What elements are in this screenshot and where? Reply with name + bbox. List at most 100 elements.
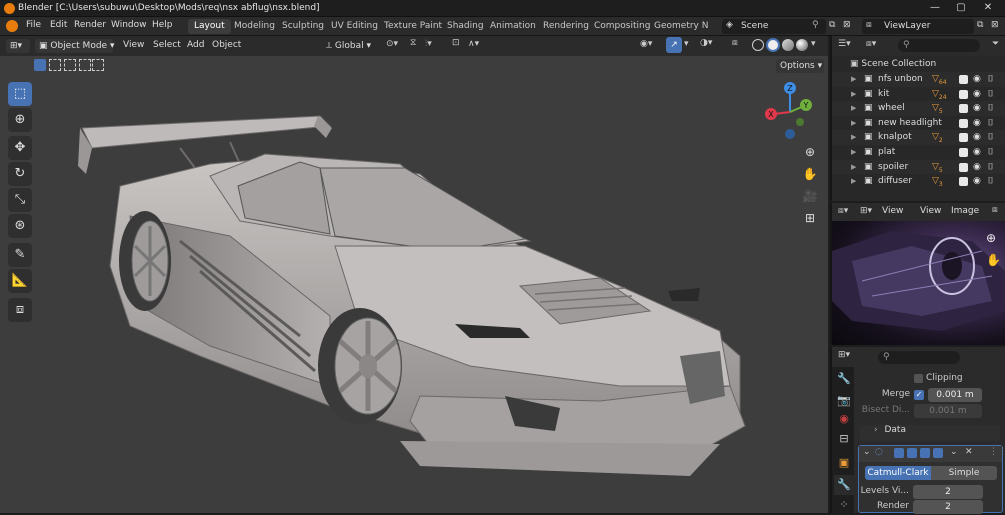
expand-arrow-icon[interactable]: ▶ — [851, 116, 856, 131]
tab-layout[interactable]: Layout — [188, 19, 231, 34]
shading-rendered-icon[interactable] — [796, 39, 808, 51]
move-tool-icon[interactable]: ✥ — [8, 136, 32, 160]
tab-shading[interactable]: Shading — [441, 19, 490, 34]
add-cube-tool-icon[interactable]: ⧈ — [8, 298, 32, 322]
merge-checkbox[interactable]: ✓ — [914, 390, 924, 400]
outliner-row[interactable]: ▶ ▣ plat ◉ ⌷ — [832, 145, 1005, 160]
catmull-clark-button[interactable]: Catmull-Clark — [865, 466, 931, 480]
editor-type-dropdown[interactable]: ⊞▾ — [6, 39, 30, 53]
select-box-tool-icon[interactable]: ⬚ — [8, 82, 32, 106]
menu-file[interactable]: File — [26, 20, 41, 30]
bisect-distance-field[interactable]: 0.001 m — [914, 404, 982, 418]
snap-target-icon[interactable]: ⫶▾ — [425, 39, 432, 49]
image-pan-icon[interactable]: ✋ — [986, 253, 1001, 267]
on-cage-toggle-icon[interactable] — [907, 448, 917, 461]
viewport-menu-view[interactable]: View — [123, 40, 144, 50]
viewport-menu-object[interactable]: Object — [212, 40, 241, 50]
transform-tool-icon[interactable]: ⊛ — [8, 214, 32, 238]
remove-view-layer-icon[interactable]: ⊠ — [991, 20, 999, 30]
scale-tool-icon[interactable]: ⤡ — [8, 188, 32, 212]
zoom-icon[interactable]: ⊕ — [800, 142, 820, 162]
camera-view-icon[interactable]: 🎥 — [800, 186, 820, 206]
eye-icon[interactable]: ◉ — [973, 160, 981, 175]
close-scene-icon[interactable]: ⊠ — [843, 20, 851, 30]
tab-sculpting[interactable]: Sculpting — [276, 19, 330, 34]
camera-icon[interactable]: ⌷ — [988, 174, 993, 189]
properties-search-input[interactable]: ⚲ — [878, 351, 960, 364]
outliner-search-input[interactable]: ⚲ — [898, 39, 980, 52]
eye-icon[interactable]: ◉ — [973, 101, 981, 116]
simple-button[interactable]: Simple — [931, 466, 997, 480]
camera-icon[interactable]: ⌷ — [988, 87, 993, 102]
pin-icon[interactable]: ⚲ — [812, 20, 819, 30]
camera-icon[interactable]: ⌷ — [988, 145, 993, 160]
expand-arrow-icon[interactable]: ▶ — [851, 174, 856, 189]
camera-icon[interactable]: ⌷ — [988, 130, 993, 145]
pivot-icon[interactable]: ⊙▾ — [386, 39, 398, 49]
xray-icon[interactable]: ⧈ — [732, 38, 738, 48]
eye-icon[interactable]: ◉ — [973, 87, 981, 102]
outliner-row[interactable]: ▶ ▣ nfs unbon ▽64 ◉ ⌷ — [832, 72, 1005, 87]
gizmo-toggle-icon[interactable]: ↗ — [666, 37, 682, 53]
outliner-row[interactable]: ▶ ▣ new headlight ◉ ⌷ — [832, 116, 1005, 131]
overlay-toggle-icon[interactable]: ◑▾ — [700, 38, 712, 48]
outliner-row[interactable]: ▶ ▣ spoiler ▽5 ◉ ⌷ — [832, 159, 1005, 175]
expand-arrow-icon[interactable]: ▶ — [851, 72, 856, 87]
select-extend-icon[interactable] — [49, 59, 61, 71]
expand-arrow-icon[interactable]: ▶ — [851, 130, 856, 145]
eye-icon[interactable]: ◉ — [973, 116, 981, 131]
blender-menu-icon[interactable] — [6, 20, 18, 32]
expand-arrow-icon[interactable]: ▶ — [851, 101, 856, 116]
merge-distance-field[interactable]: 0.001 m — [928, 388, 982, 402]
visibility-icon[interactable]: ◉▾ — [640, 39, 652, 49]
properties-editor-type-icon[interactable]: ⊞▾ — [838, 350, 850, 360]
options-dropdown[interactable]: Options ▾ — [776, 59, 824, 73]
close-button[interactable]: ✕ — [975, 1, 1001, 15]
measure-tool-icon[interactable]: 📐 — [8, 269, 32, 293]
view-layer-selector[interactable]: ⧈ ViewLayer — [862, 19, 974, 34]
select-subtract-icon[interactable] — [64, 59, 76, 71]
eye-icon[interactable]: ◉ — [973, 130, 981, 145]
scene-tab-icon[interactable]: ◉ — [834, 409, 854, 429]
new-scene-icon[interactable]: ⧉ — [829, 20, 835, 30]
camera-icon[interactable]: ⌷ — [988, 116, 993, 131]
pan-hand-icon[interactable]: ✋ — [800, 164, 820, 184]
exclude-checkbox[interactable] — [959, 177, 968, 192]
clipping-checkbox[interactable] — [914, 374, 923, 383]
select-new-icon[interactable] — [34, 59, 46, 71]
image-menu-view-dropdown[interactable]: View — [882, 206, 903, 216]
drag-handle-icon[interactable]: ⋮⋮ — [989, 447, 1005, 457]
outliner-row[interactable]: ▶ ▣ knalpot ▽2 ◉ ⌷ — [832, 130, 1005, 145]
collapse-modifier-icon[interactable]: ⌄ — [863, 447, 871, 457]
gizmo-dropdown-icon[interactable]: ▾ — [684, 39, 689, 49]
expand-arrow-icon[interactable]: ▶ — [851, 87, 856, 102]
transform-orientation-dropdown[interactable]: ⟂ Global ▾ — [322, 39, 380, 53]
shading-solid-icon[interactable] — [766, 38, 780, 52]
select-mode-buttons[interactable] — [34, 59, 104, 73]
menu-edit[interactable]: Edit — [50, 20, 67, 30]
image-editor-type-icon[interactable]: ⧈▾ — [838, 206, 848, 216]
proportional-edit-icon[interactable]: ⊡ — [452, 38, 460, 48]
world-tab-icon[interactable]: ⊟ — [834, 429, 854, 449]
falloff-icon[interactable]: ∧▾ — [468, 39, 479, 49]
levels-viewport-field[interactable]: 2 — [913, 485, 983, 499]
viewport-menu-add[interactable]: Add — [187, 40, 204, 50]
outliner-row[interactable]: ▶ ▣ kit ▽24 ◉ ⌷ — [832, 87, 1005, 102]
perspective-grid-icon[interactable]: ⊞ — [800, 208, 820, 228]
select-difference-icon[interactable] — [79, 59, 91, 71]
menu-window[interactable]: Window — [111, 20, 147, 30]
image-zoom-icon[interactable]: ⊕ — [986, 231, 996, 245]
tool-tab-icon[interactable]: 🔧 — [834, 369, 854, 389]
snap-icon[interactable]: ⧖ — [410, 38, 416, 48]
tab-modeling[interactable]: Modeling — [228, 19, 281, 34]
display-mode-icon[interactable]: ⧈▾ — [866, 39, 876, 49]
menu-help[interactable]: Help — [152, 20, 173, 30]
image-display-icon[interactable]: ⧈ — [992, 205, 998, 215]
expand-arrow-icon[interactable]: ▶ — [851, 145, 856, 160]
outliner-editor-type-icon[interactable]: ☰▾ — [838, 39, 851, 49]
shading-wireframe-icon[interactable] — [752, 39, 764, 51]
image-menu-view[interactable]: View — [920, 206, 941, 216]
eye-icon[interactable]: ◉ — [973, 145, 981, 160]
camera-icon[interactable]: ⌷ — [988, 72, 993, 87]
camera-icon[interactable]: ⌷ — [988, 101, 993, 116]
